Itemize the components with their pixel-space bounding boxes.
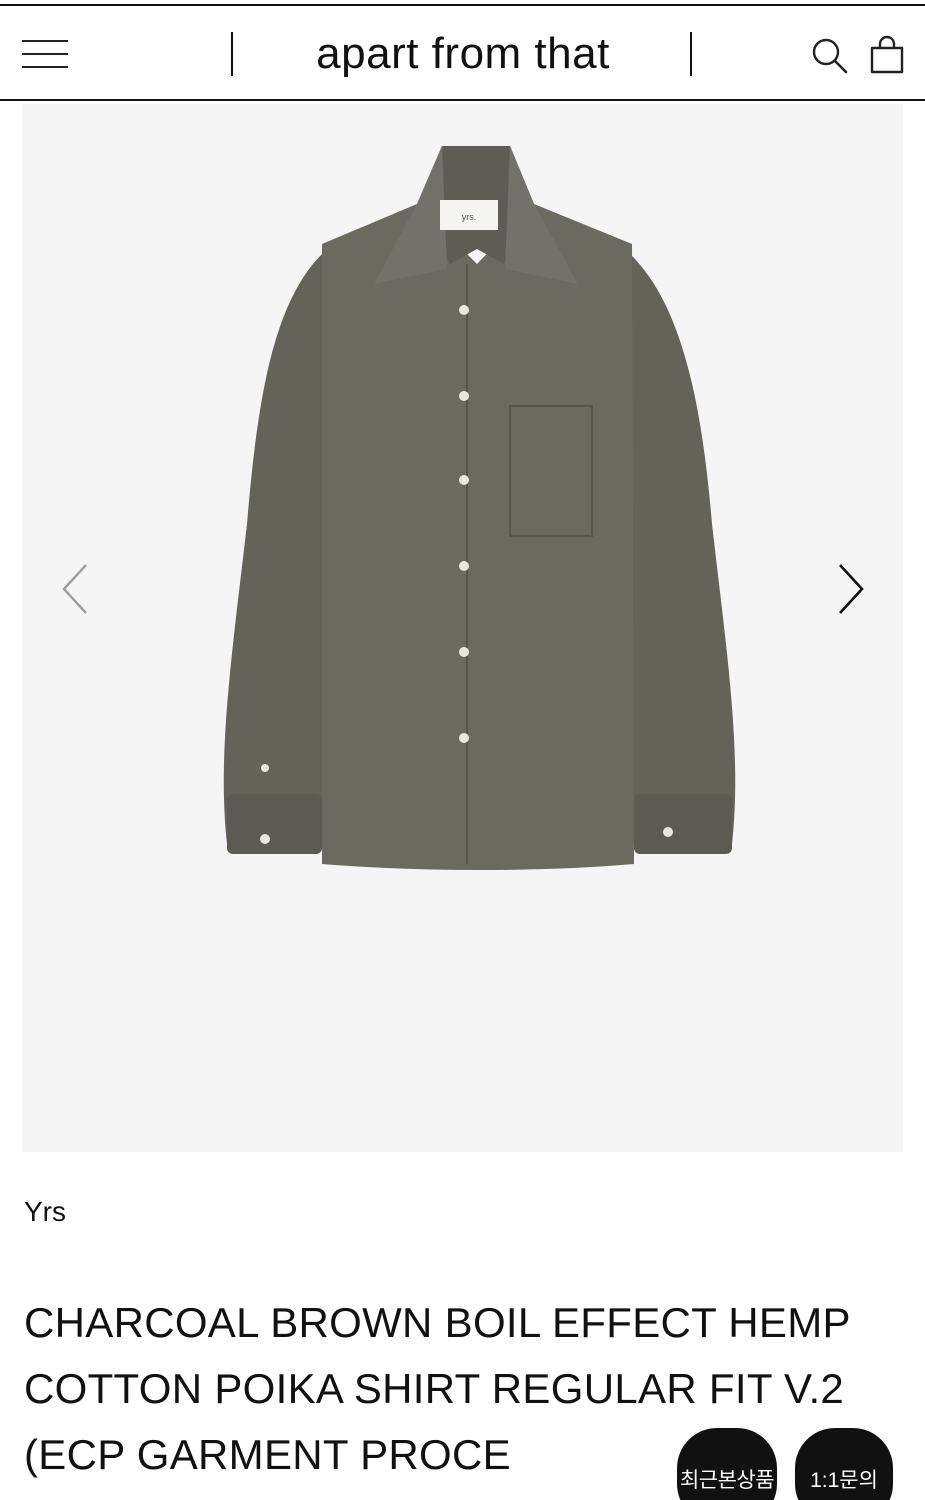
chevron-left-icon	[62, 564, 87, 614]
recent-products-button[interactable]: 최근본상품	[677, 1428, 777, 1500]
header-divider-left	[231, 32, 233, 76]
chevron-right-icon	[839, 564, 864, 614]
menu-icon[interactable]	[22, 38, 70, 72]
gallery-next-button[interactable]	[830, 559, 870, 619]
search-icon[interactable]	[810, 36, 850, 76]
gallery-prev-button[interactable]	[58, 559, 98, 619]
product-brand[interactable]: Yrs	[24, 1196, 66, 1228]
site-header: apart from that	[0, 6, 925, 101]
shirt-label-text: yrs.	[462, 212, 477, 222]
bag-icon[interactable]	[866, 34, 908, 76]
inquiry-button[interactable]: 1:1문의	[795, 1428, 893, 1500]
product-shirt-image: yrs.	[223, 146, 736, 870]
site-logo[interactable]: apart from that	[236, 28, 690, 80]
product-gallery: yrs.	[22, 104, 903, 1152]
header-divider-right	[690, 32, 692, 76]
